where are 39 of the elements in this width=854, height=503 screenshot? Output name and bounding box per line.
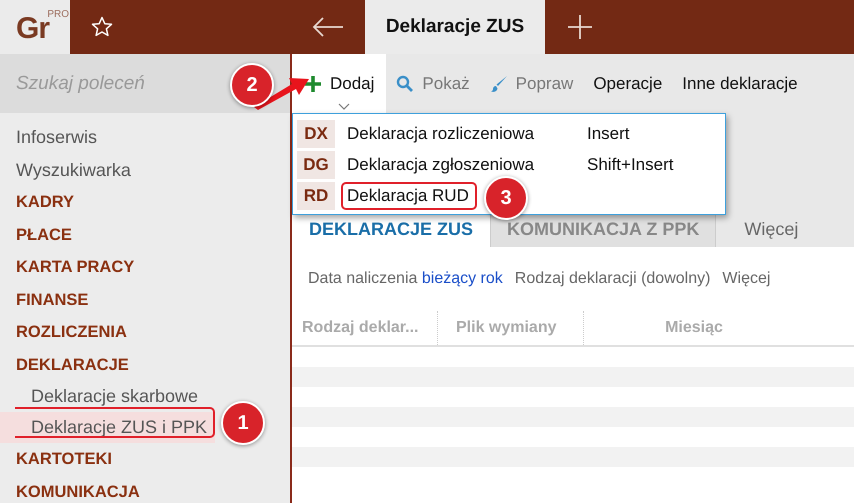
menu-item-badge: RD [297,182,335,210]
menu-item-badge: DG [297,150,335,178]
toolbar-button[interactable]: Popraw [480,54,584,113]
sidebar-item[interactable]: KARTA PRACY [0,251,290,284]
toolbar-button[interactable]: Inne deklaracje [672,54,808,113]
brush-icon [490,74,508,92]
sidebar-item[interactable]: Wyszukiwarka [0,154,290,186]
sidebar-subitem[interactable]: Deklaracje ZUS i PPK [0,412,215,443]
shortcut-text: Shift+Insert [587,154,674,174]
plus-icon [304,74,322,92]
filter-link[interactable]: Rodzaj deklaracji (dowolny) [514,270,710,288]
more-tabs-link[interactable]: Więcej [716,211,826,247]
sidebar-item[interactable]: PŁACE [0,218,290,251]
search-icon [396,74,414,92]
sidebar-item[interactable]: KOMUNIKACJA [0,476,290,503]
toolbar-button[interactable]: Pokaż [386,54,480,113]
sidebar-item[interactable]: ROZLICZENIA [0,316,290,348]
sidebar-item[interactable]: KADRY [0,186,290,218]
menu-item[interactable]: Deklaracja zgłoszeniowa [347,154,587,174]
filter-link[interactable]: Więcej [722,270,770,288]
sidebar-subitem[interactable]: Deklaracje skarbowe [0,381,215,412]
shortcut-text: Insert [587,124,630,144]
star-icon[interactable] [90,15,114,39]
sidebar-item[interactable]: DEKLARACJE [0,348,290,381]
menu-item-badge: DX [297,120,335,148]
sidebar-item[interactable]: FINANSE [0,284,290,316]
sidebar-item[interactable]: KARTOTEKI [0,443,290,476]
plus-icon[interactable] [567,14,593,40]
filter-link[interactable]: Data naliczenia bieżący rok [308,270,503,288]
toolbar-button[interactable]: Operacje [583,54,672,113]
menu-item[interactable]: Deklaracja RUD [347,186,469,206]
sidebar-item[interactable]: Infoserwis [0,121,290,154]
menu-item[interactable]: Deklaracja rozliczeniowa [347,124,587,144]
document-tab[interactable]: Deklaracje ZUS [365,0,545,54]
logo: Gr$^{PRO}$ [16,10,70,44]
toolbar-button[interactable]: Dodaj [292,54,386,113]
search-field[interactable]: Szukaj poleceń [0,54,226,113]
chevron-down-icon [338,103,350,110]
back-arrow-icon[interactable] [312,17,344,37]
